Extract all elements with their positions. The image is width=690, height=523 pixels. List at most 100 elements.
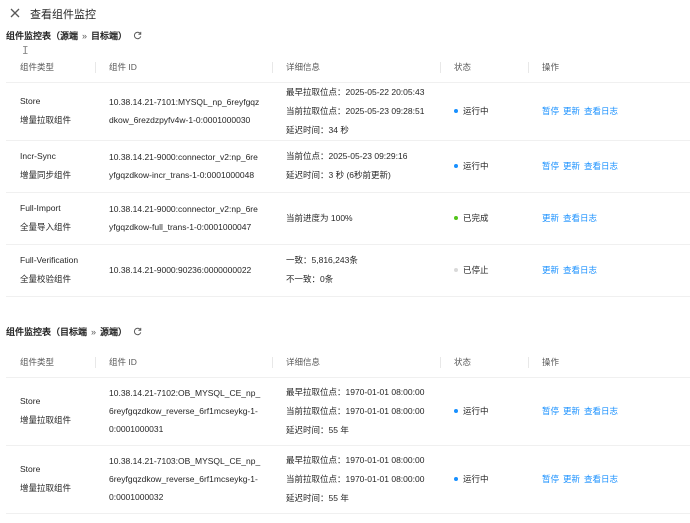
detail-line: 最早拉取位点：1970-01-01 08:00:00 — [286, 386, 425, 397]
action-view-log-link[interactable]: 查看日志 — [563, 213, 597, 223]
direction-arrow: » — [82, 30, 88, 41]
detail-line: 不一致：0条 — [286, 274, 334, 284]
cell-component-id: 10.38.14.21-9000:connector_v2:np_6reyfgq… — [95, 192, 272, 245]
column-header-status: 状态 — [440, 52, 528, 83]
column-header-type: 组件类型 — [6, 347, 95, 378]
action-pause-link[interactable]: 暂停 — [542, 474, 559, 484]
detail-line: 当前位点：2025-05-23 09:29:16 — [286, 151, 408, 161]
column-header-details: 详细信息 — [272, 347, 440, 378]
action-update-link[interactable]: 更新 — [542, 265, 559, 275]
cell-component-type: Full-Import 全量导入组件 — [6, 192, 95, 245]
detail-line: 延迟时间：34 秒 — [286, 124, 349, 135]
component-type-name: Full-Import — [20, 203, 61, 213]
column-header-actions: 操作 — [528, 52, 690, 83]
cell-actions: 暂停 更新 查看日志 — [528, 377, 690, 446]
cell-component-id: 10.38.14.21-7101:MYSQL_np_6reyfgqzdkow_6… — [95, 82, 272, 141]
status-text: 运行中 — [463, 474, 489, 484]
cell-status: 运行中 — [440, 82, 528, 141]
detail-line: 当前拉取位点：2025-05-23 09:28:51 — [286, 105, 425, 116]
action-update-link[interactable]: 更新 — [563, 161, 580, 171]
close-icon[interactable] — [9, 7, 21, 19]
detail-line: 延迟时间：55 年 — [286, 424, 349, 435]
status-dot — [454, 268, 458, 272]
action-update-link[interactable]: 更新 — [563, 474, 580, 484]
modal-header: 查看组件监控 — [0, 0, 690, 26]
section-title-source-to-target: 组件监控表（源端 » 目标端） — [6, 29, 142, 42]
component-type-cn: 全量校验组件 — [20, 274, 72, 284]
component-type-name: Full-Verification — [20, 255, 79, 265]
section-title-suffix: 源端） — [100, 327, 128, 337]
column-header-details: 详细信息 — [272, 52, 440, 83]
component-type-cn: 增量拉取组件 — [20, 483, 72, 493]
direction-arrow: » — [91, 326, 97, 337]
cell-actions: 更新 查看日志 — [528, 244, 690, 297]
cell-status: 已停止 — [440, 244, 528, 297]
action-view-log-link[interactable]: 查看日志 — [563, 265, 597, 275]
modal-title: 查看组件监控 — [30, 9, 96, 21]
cell-actions: 暂停 更新 查看日志 — [528, 445, 690, 514]
table-header-row: 组件类型 组件 ID 详细信息 状态 操作 — [6, 347, 690, 378]
cell-status: 已完成 — [440, 192, 528, 245]
action-update-link[interactable]: 更新 — [563, 406, 580, 416]
status-badge: 运行中 — [454, 470, 528, 488]
cell-component-type: Store 增量拉取组件 — [6, 445, 95, 514]
cell-actions: 暂停 更新 查看日志 — [528, 140, 690, 193]
cell-details: 一致：5,816,243条 不一致：0条 — [272, 244, 440, 297]
cell-actions: 更新 查看日志 — [528, 192, 690, 245]
table-row: Full-Verification 全量校验组件 10.38.14.21-9000:… — [6, 244, 690, 297]
status-dot — [454, 216, 458, 220]
status-text: 运行中 — [463, 161, 489, 171]
refresh-icon[interactable] — [133, 31, 142, 40]
column-header-actions: 操作 — [528, 347, 690, 378]
component-type-cn: 增量拉取组件 — [20, 415, 72, 425]
component-type-name: Incr-Sync — [20, 151, 56, 161]
action-pause-link[interactable]: 暂停 — [542, 161, 559, 171]
cell-status: 运行中 — [440, 445, 528, 514]
cell-details: 最早拉取位点：1970-01-01 08:00:00 当前拉取位点：1970-01… — [272, 445, 440, 514]
detail-line: 当前进度为 100% — [286, 212, 353, 223]
table-row: Full-Import 全量导入组件 10.38.14.21-9000:connec… — [6, 192, 690, 245]
component-type-cn: 增量同步组件 — [20, 170, 72, 180]
action-pause-link[interactable]: 暂停 — [542, 406, 559, 416]
cell-actions: 暂停 更新 查看日志 — [528, 82, 690, 141]
status-badge: 已完成 — [454, 209, 528, 227]
table-row: Incr-Sync 增量同步组件 10.38.14.21-9000:connecto… — [6, 140, 690, 193]
column-header-type: 组件类型 — [6, 52, 95, 83]
table-header-row: 组件类型 组件 ID 详细信息 状态 操作 — [6, 52, 690, 83]
status-badge: 运行中 — [454, 157, 528, 175]
section-title-prefix: 组件监控表（源端 — [6, 31, 79, 41]
component-type-name: Store — [20, 96, 41, 106]
detail-line: 最早拉取位点：2025-05-22 20:05:43 — [286, 86, 425, 97]
cell-component-type: Store 增量拉取组件 — [6, 82, 95, 141]
component-type-name: Store — [20, 464, 41, 474]
status-text: 运行中 — [463, 106, 489, 116]
cell-details: 当前位点：2025-05-23 09:29:16 延迟时间：3 秒 (6秒前更新) — [272, 140, 440, 193]
component-type-cn: 全量导入组件 — [20, 222, 72, 232]
cell-component-type: Incr-Sync 增量同步组件 — [6, 140, 95, 193]
action-update-link[interactable]: 更新 — [542, 213, 559, 223]
monitor-table-target: 组件类型 组件 ID 详细信息 状态 操作 Store 增量拉取组件 10.38.1… — [6, 347, 690, 514]
detail-line: 延迟时间：55 年 — [286, 492, 349, 503]
status-text: 运行中 — [463, 406, 489, 416]
cell-component-type: Full-Verification 全量校验组件 — [6, 244, 95, 297]
action-view-log-link[interactable]: 查看日志 — [584, 406, 618, 416]
action-view-log-link[interactable]: 查看日志 — [584, 474, 618, 484]
status-dot — [454, 477, 458, 481]
table-row: Store 增量拉取组件 10.38.14.21-7101:MYSQL_np_6re… — [6, 82, 690, 141]
status-text: 已停止 — [463, 265, 489, 275]
status-dot — [454, 164, 458, 168]
status-badge: 运行中 — [454, 402, 528, 420]
action-view-log-link[interactable]: 查看日志 — [584, 106, 618, 116]
action-update-link[interactable]: 更新 — [563, 106, 580, 116]
table-row: Store 增量拉取组件 10.38.14.21-7102:OB_MYSQL_CE_… — [6, 377, 690, 446]
detail-line: 延迟时间：3 秒 (6秒前更新) — [286, 170, 391, 180]
action-pause-link[interactable]: 暂停 — [542, 106, 559, 116]
section-title-suffix: 目标端） — [91, 31, 128, 41]
cell-details: 最早拉取位点：1970-01-01 08:00:00 当前拉取位点：1970-01… — [272, 377, 440, 446]
cell-details: 当前进度为 100% — [272, 192, 440, 245]
refresh-icon[interactable] — [133, 327, 142, 336]
action-view-log-link[interactable]: 查看日志 — [584, 161, 618, 171]
column-header-id: 组件 ID — [95, 52, 272, 83]
section-title-prefix: 组件监控表（目标端 — [6, 327, 88, 337]
column-header-status: 状态 — [440, 347, 528, 378]
